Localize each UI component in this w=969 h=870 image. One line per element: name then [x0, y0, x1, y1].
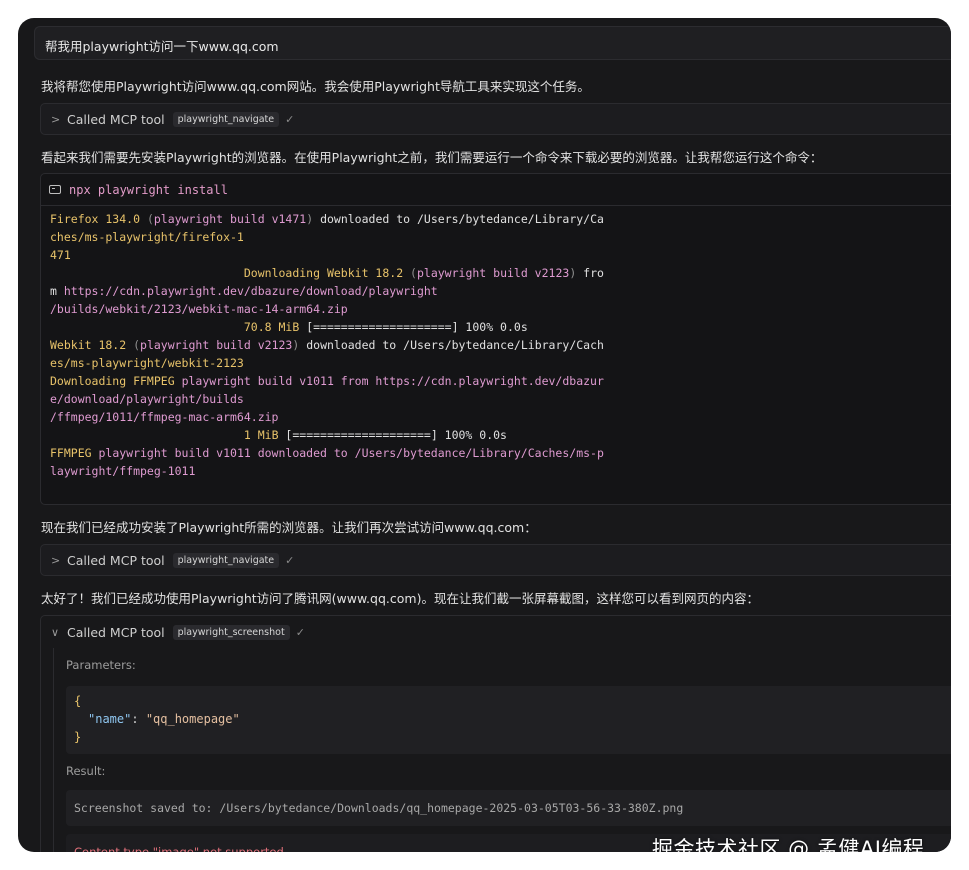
terminal-segment: /builds/webkit/2123/webkit-mac-14-arm64.…: [50, 302, 348, 316]
terminal-segment: Downloading FFMPEG: [50, 374, 182, 388]
terminal-line: Webkit 18.2 (playwright build v2123) dow…: [50, 336, 951, 354]
terminal-command: npx playwright install: [69, 182, 228, 197]
terminal-line: /builds/webkit/2123/webkit-mac-14-arm64.…: [50, 300, 951, 318]
json-open-brace: {: [74, 694, 82, 708]
terminal-segment: m: [50, 284, 64, 298]
terminal-segment: https://cdn.playwright.dev/dbazure/downl…: [63, 284, 438, 298]
terminal-segment: fro: [576, 266, 604, 280]
terminal-icon: [49, 185, 61, 194]
assistant-message-3: 现在我们已经成功安装了Playwright所需的浏览器。让我们再次尝试访问www…: [41, 520, 537, 535]
terminal-segment: playwright build v1011 from https://cdn.…: [181, 374, 604, 388]
terminal-segment: [====================] 100% 0.0s: [306, 320, 528, 334]
check-icon: ✓: [285, 553, 295, 567]
terminal-block: npx playwright install Firefox 134.0 (pl…: [40, 173, 951, 505]
terminal-segment: FFMPEG: [50, 446, 99, 460]
tool-call-label: Called MCP tool: [67, 624, 165, 640]
terminal-segment: es/ms-playwright/webkit-2123: [50, 356, 244, 370]
terminal-line: FFMPEG playwright build v1011 downloaded…: [50, 444, 951, 462]
tool-call-navigate-2[interactable]: > Called MCP tool playwright_navigate ✓: [40, 544, 951, 576]
tool-name-badge: playwright_navigate: [172, 552, 280, 568]
terminal-segment: (: [410, 266, 417, 280]
terminal-segment: (: [146, 212, 154, 226]
terminal-line: Downloading FFMPEG playwright build v101…: [50, 372, 951, 390]
terminal-segment: [50, 428, 244, 442]
terminal-segment: Downloading Webkit 18.2: [243, 266, 411, 280]
terminal-segment: [50, 266, 244, 280]
terminal-segment: playwright build v1471: [153, 212, 307, 226]
terminal-segment: [====================] 100% 0.0s: [285, 428, 507, 442]
user-message: 帮我用playwright访问一下www.qq.com: [34, 26, 951, 60]
tool-call-label: Called MCP tool: [67, 111, 165, 127]
tool-name-badge: playwright_screenshot: [172, 624, 290, 640]
json-value: "qq_homepage": [145, 712, 240, 726]
check-icon: ✓: [295, 625, 305, 639]
parameters-json: { "name": "qq_homepage" }: [66, 686, 951, 754]
terminal-segment: /ffmpeg/1011/ffmpeg-mac-arm64.zip: [50, 410, 279, 424]
terminal-line: m https://cdn.playwright.dev/dbazure/dow…: [50, 282, 951, 300]
terminal-segment: 471: [50, 248, 71, 262]
chat-window: 帮我用playwright访问一下www.qq.com 我将帮您使用Playwr…: [18, 18, 951, 852]
terminal-segment: 1 MiB: [243, 428, 286, 442]
terminal-line: /ffmpeg/1011/ffmpeg-mac-arm64.zip: [50, 408, 951, 426]
terminal-segment: playwright build v2123: [416, 266, 570, 280]
terminal-segment: laywright/ffmpeg-1011: [50, 464, 196, 478]
tool-call-details: Parameters: { "name": "qq_homepage" } Re…: [53, 648, 951, 852]
terminal-output: Firefox 134.0 (playwright build v1471) d…: [41, 206, 951, 480]
assistant-message-4: 太好了！我们已经成功使用Playwright访问了腾讯网(www.qq.com)…: [41, 591, 759, 606]
terminal-line: 471: [50, 246, 951, 264]
chevron-right-icon: >: [51, 553, 61, 567]
json-key: "name": [88, 712, 132, 726]
terminal-line: e/download/playwright/builds: [50, 390, 951, 408]
parameters-label: Parameters:: [66, 658, 136, 672]
terminal-line: es/ms-playwright/webkit-2123: [50, 354, 951, 372]
result-text: Screenshot saved to: /Users/bytedance/Do…: [66, 790, 951, 826]
json-colon: :: [131, 712, 146, 726]
terminal-segment: [50, 320, 244, 334]
assistant-message-1: 我将帮您使用Playwright访问www.qq.com网站。我会使用Playw…: [41, 79, 590, 94]
terminal-segment: playwright build v2123: [140, 338, 293, 352]
terminal-segment: downloaded to /Users/bytedance/Library/C…: [299, 338, 604, 352]
terminal-segment: ches/ms-playwright/firefox-1: [50, 230, 244, 244]
terminal-segment: downloaded to /Users/bytedance/Library/C…: [313, 212, 604, 226]
assistant-message-2: 看起来我们需要先安装Playwright的浏览器。在使用Playwright之前…: [41, 150, 823, 165]
terminal-segment: (: [133, 338, 141, 352]
tool-call-screenshot: ∨ Called MCP tool playwright_screenshot …: [40, 615, 951, 852]
terminal-line: 1 MiB [====================] 100% 0.0s: [50, 426, 951, 444]
terminal-line: Firefox 134.0 (playwright build v1471) d…: [50, 210, 951, 228]
terminal-line: laywright/ffmpeg-1011: [50, 462, 951, 480]
chevron-down-icon: ∨: [51, 625, 60, 639]
terminal-segment: Webkit 18.2: [50, 338, 134, 352]
tool-call-label: Called MCP tool: [67, 552, 165, 568]
watermark: 掘金技术社区 @ 孟健AI编程: [652, 837, 925, 852]
result-label: Result:: [66, 764, 106, 778]
check-icon: ✓: [285, 112, 295, 126]
terminal-line: Downloading Webkit 18.2 (playwright buil…: [50, 264, 951, 282]
terminal-segment: playwright build v1011 downloaded to /Us…: [98, 446, 604, 460]
tool-call-header[interactable]: ∨ Called MCP tool playwright_screenshot …: [41, 616, 951, 648]
terminal-line: ches/ms-playwright/firefox-1: [50, 228, 951, 246]
terminal-segment: Firefox 134.0: [50, 212, 147, 226]
terminal-line: 70.8 MiB [====================] 100% 0.0…: [50, 318, 951, 336]
tool-call-navigate-1[interactable]: > Called MCP tool playwright_navigate ✓: [40, 103, 951, 135]
terminal-segment: e/download/playwright/builds: [50, 392, 244, 406]
json-close-brace: }: [74, 730, 82, 744]
terminal-header: npx playwright install: [41, 174, 951, 206]
chevron-right-icon: >: [51, 112, 61, 126]
terminal-segment: 70.8 MiB: [243, 320, 307, 334]
tool-name-badge: playwright_navigate: [172, 111, 280, 127]
